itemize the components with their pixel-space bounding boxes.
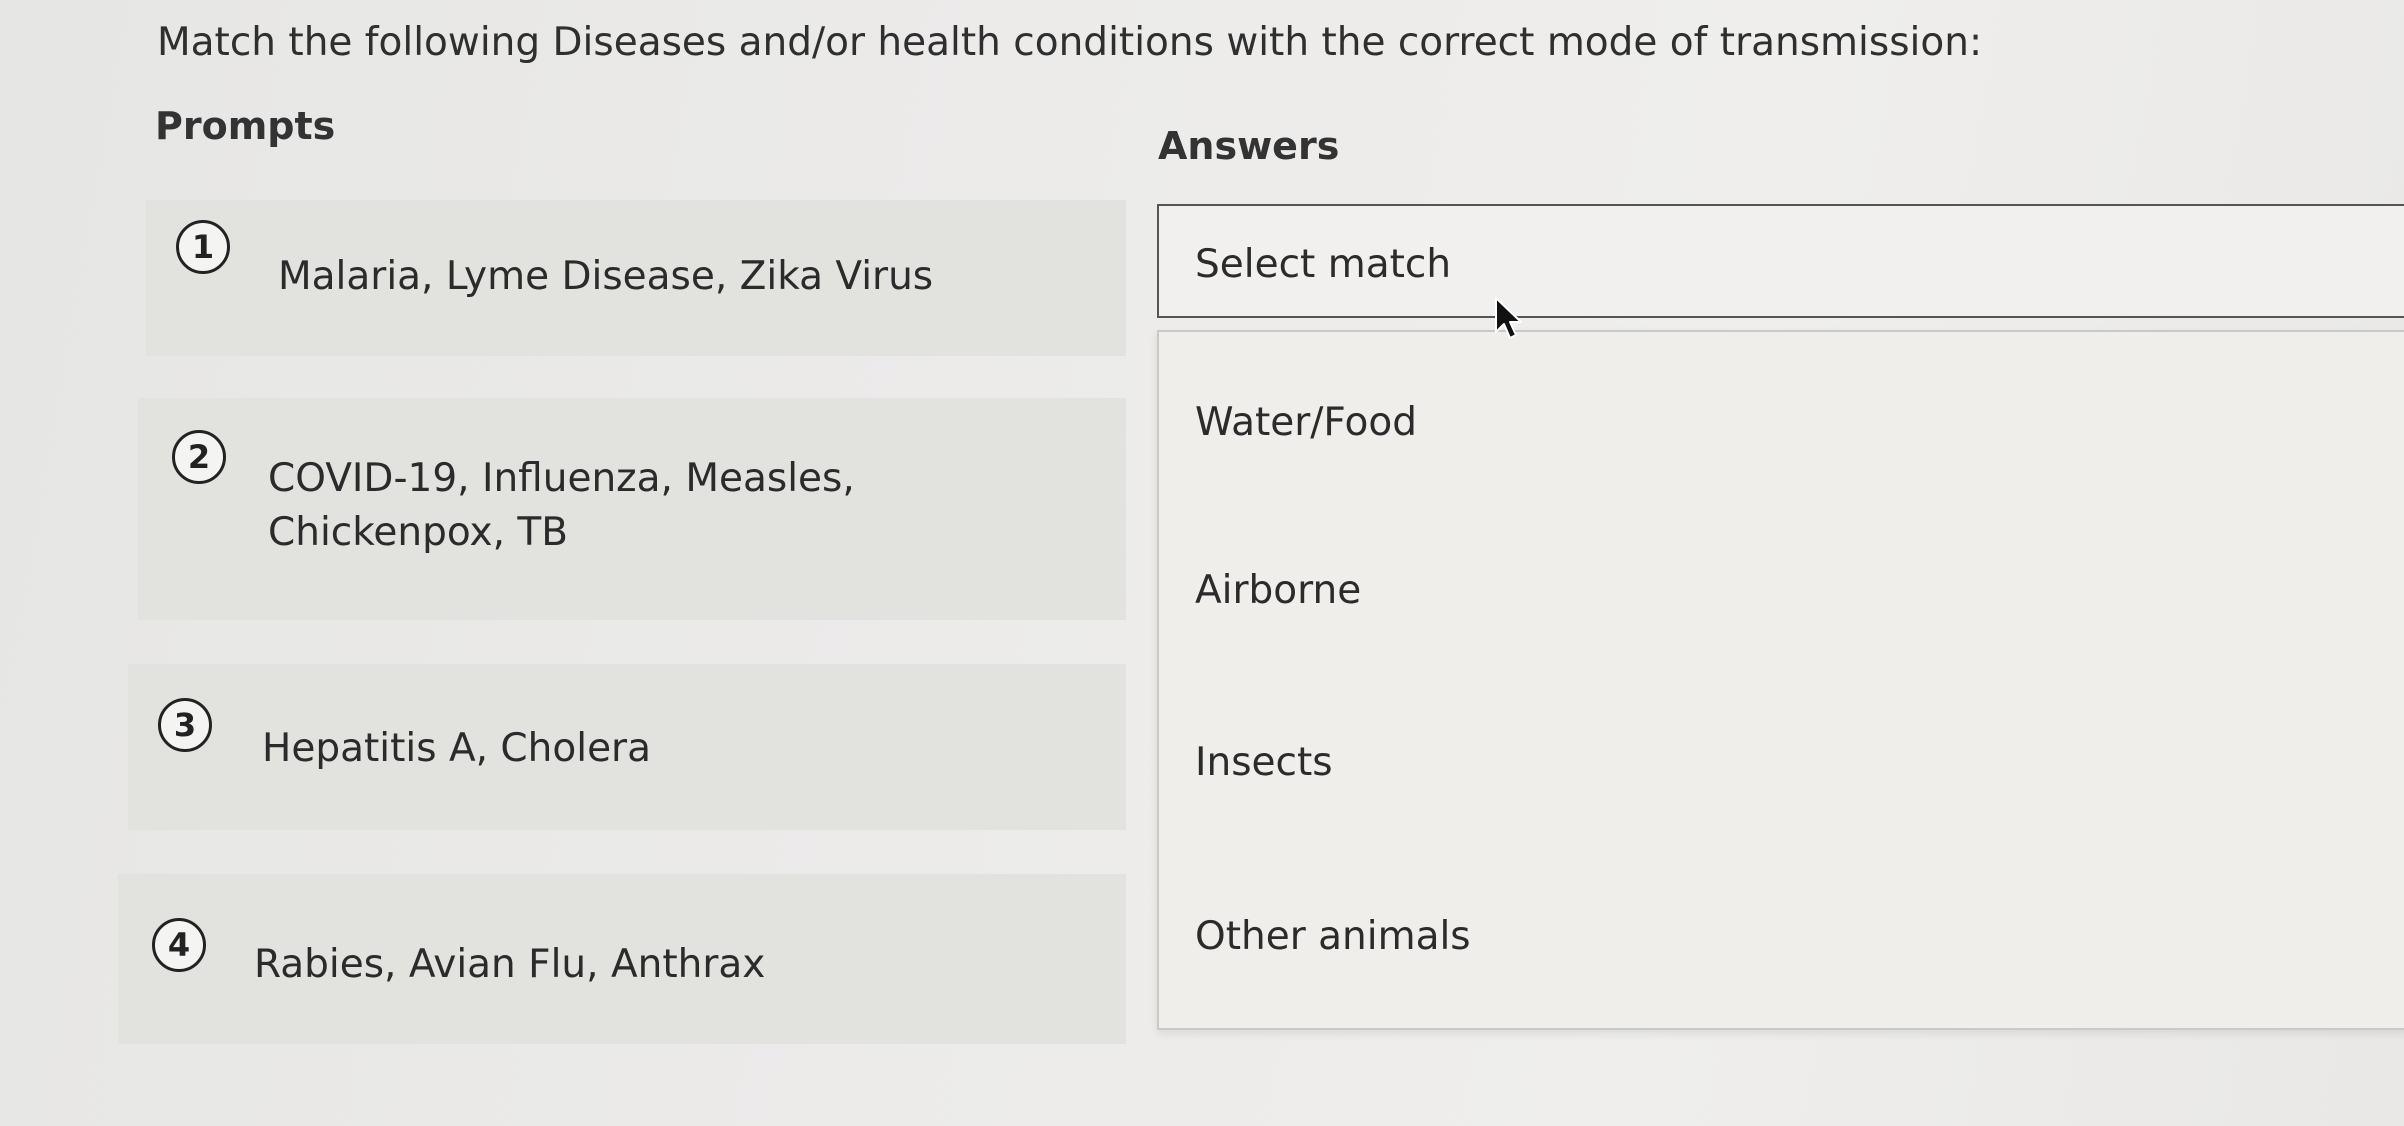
prompt-text: COVID-19, Influenza, Measles, Chickenpox… <box>268 456 855 555</box>
question-text: Match the following Diseases and/or heal… <box>157 20 1983 65</box>
option-water-food[interactable]: Water/Food <box>1195 400 1417 445</box>
match-options-list: Water/Food Airborne Insects Other animal… <box>1157 330 2404 1030</box>
prompt-number-badge: 1 <box>176 220 230 274</box>
select-match-dropdown[interactable]: Select match <box>1157 204 2404 318</box>
prompt-text: Malaria, Lyme Disease, Zika Virus <box>278 254 934 299</box>
prompt-number-badge: 3 <box>158 698 212 752</box>
prompt-row-1: 1 Malaria, Lyme Disease, Zika Virus <box>146 200 1126 356</box>
prompt-text: Rabies, Avian Flu, Anthrax <box>254 942 766 987</box>
prompt-number-badge: 2 <box>172 430 226 484</box>
prompts-header: Prompts <box>155 104 336 148</box>
option-other-animals[interactable]: Other animals <box>1195 914 1471 959</box>
prompt-row-3: 3 Hepatitis A, Cholera <box>128 664 1126 830</box>
prompt-number-badge: 4 <box>152 918 206 972</box>
mouse-pointer-icon <box>1495 297 1522 339</box>
prompt-text: Hepatitis A, Cholera <box>262 726 651 771</box>
option-insects[interactable]: Insects <box>1195 740 1333 785</box>
select-match-label: Select match <box>1195 242 1452 287</box>
answers-header: Answers <box>1158 124 1340 168</box>
prompt-row-2: 2 COVID-19, Influenza, Measles, Chickenp… <box>138 398 1126 620</box>
prompt-row-4: 4 Rabies, Avian Flu, Anthrax <box>118 874 1126 1044</box>
option-airborne[interactable]: Airborne <box>1195 568 1361 613</box>
